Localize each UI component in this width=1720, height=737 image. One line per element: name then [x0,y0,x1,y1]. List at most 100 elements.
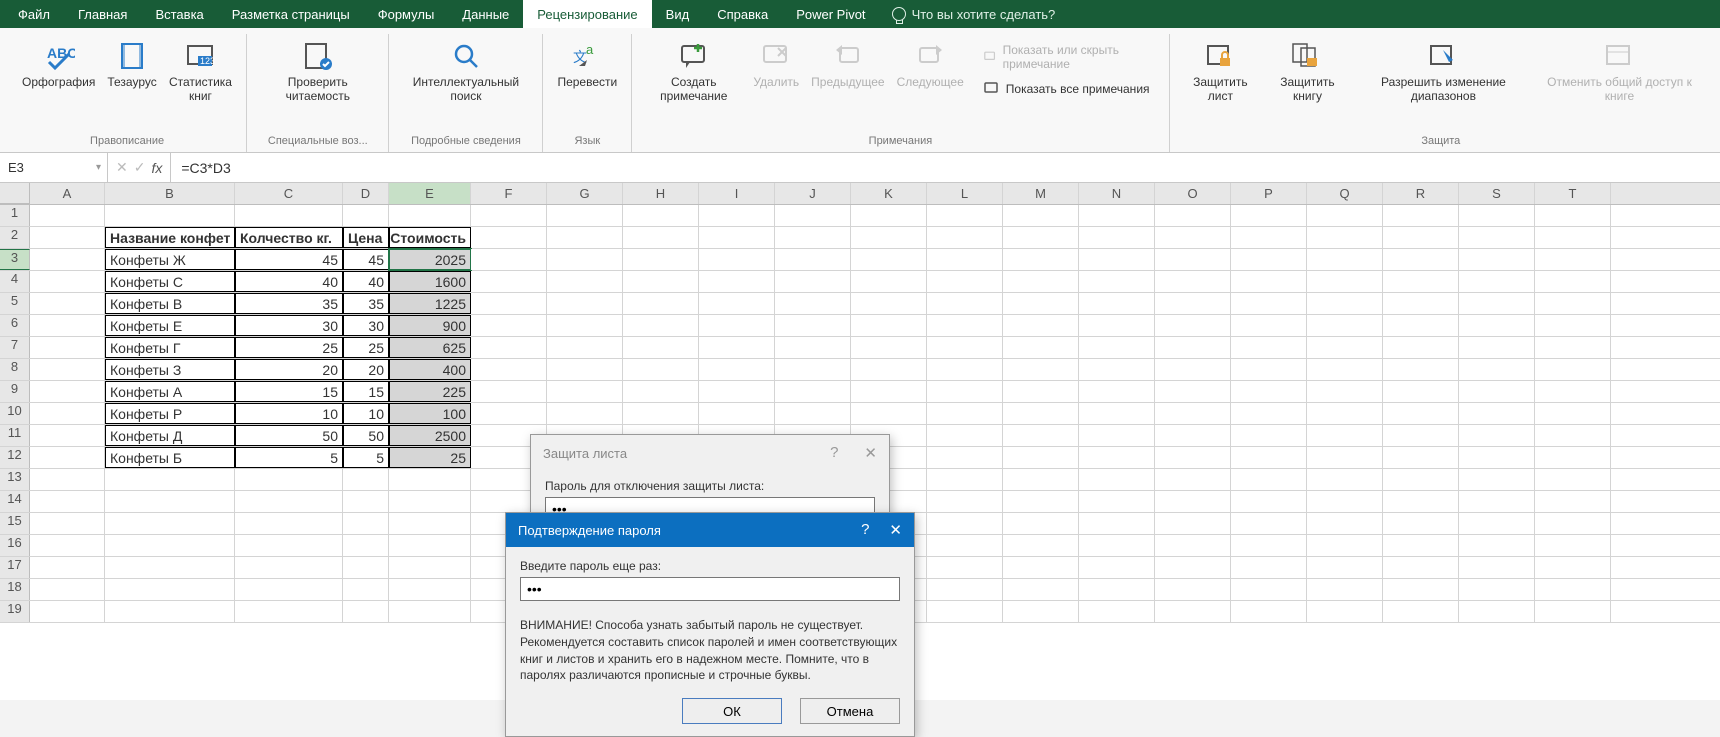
cell-R12[interactable] [1383,447,1459,468]
cell-N12[interactable] [1079,447,1155,468]
cell-P6[interactable] [1231,315,1307,336]
cell-T3[interactable] [1535,249,1611,270]
row-header-6[interactable]: 6 [0,315,30,336]
cell-G3[interactable] [547,249,623,270]
cell-N14[interactable] [1079,491,1155,512]
cell-T6[interactable] [1535,315,1611,336]
cell-L14[interactable] [927,491,1003,512]
cell-B19[interactable] [105,601,235,622]
cell-D10[interactable]: 10 [343,403,389,424]
cell-I1[interactable] [699,205,775,226]
cell-O18[interactable] [1155,579,1231,600]
tell-me[interactable]: Что вы хотите сделать? [880,0,1068,28]
cell-N5[interactable] [1079,293,1155,314]
cell-I5[interactable] [699,293,775,314]
cell-C10[interactable]: 10 [235,403,343,424]
cell-J6[interactable] [775,315,851,336]
col-header-R[interactable]: R [1383,183,1459,204]
cell-T14[interactable] [1535,491,1611,512]
cell-A19[interactable] [30,601,105,622]
cell-L16[interactable] [927,535,1003,556]
cell-O3[interactable] [1155,249,1231,270]
cell-P11[interactable] [1231,425,1307,446]
cell-K8[interactable] [851,359,927,380]
cell-I10[interactable] [699,403,775,424]
cell-G7[interactable] [547,337,623,358]
confirm-password-field[interactable] [520,577,900,601]
cell-O10[interactable] [1155,403,1231,424]
cell-I4[interactable] [699,271,775,292]
cell-M14[interactable] [1003,491,1079,512]
cell-S10[interactable] [1459,403,1535,424]
menu-tab-9[interactable]: Power Pivot [782,0,879,28]
cell-G1[interactable] [547,205,623,226]
help-icon[interactable]: ? [830,444,838,462]
menu-tab-0[interactable]: Файл [4,0,64,28]
col-header-A[interactable]: A [30,183,105,204]
cell-D6[interactable]: 30 [343,315,389,336]
cell-N15[interactable] [1079,513,1155,534]
cell-T15[interactable] [1535,513,1611,534]
cell-J1[interactable] [775,205,851,226]
enter-formula-icon[interactable]: ✓ [134,159,146,176]
cell-D2[interactable]: Цена [343,227,389,248]
cell-Q18[interactable] [1307,579,1383,600]
cell-N2[interactable] [1079,227,1155,248]
cell-L10[interactable] [927,403,1003,424]
cell-B15[interactable] [105,513,235,534]
cell-S9[interactable] [1459,381,1535,402]
new-comment-button[interactable]: Создать примечание [642,36,745,106]
cell-K5[interactable] [851,293,927,314]
cell-N8[interactable] [1079,359,1155,380]
dialog-titlebar[interactable]: Защита листа ? ✕ [531,435,889,471]
cell-L4[interactable] [927,271,1003,292]
cell-C3[interactable]: 45 [235,249,343,270]
help-icon[interactable]: ? [861,521,869,539]
cell-N17[interactable] [1079,557,1155,578]
cell-N10[interactable] [1079,403,1155,424]
row-header-7[interactable]: 7 [0,337,30,358]
cell-R11[interactable] [1383,425,1459,446]
cell-T8[interactable] [1535,359,1611,380]
menu-tab-1[interactable]: Главная [64,0,141,28]
cell-E9[interactable]: 225 [389,381,471,402]
cell-Q10[interactable] [1307,403,1383,424]
row-header-1[interactable]: 1 [0,205,30,226]
cell-M10[interactable] [1003,403,1079,424]
cancel-button[interactable]: Отмена [800,698,900,724]
cell-C18[interactable] [235,579,343,600]
cell-S15[interactable] [1459,513,1535,534]
cell-T13[interactable] [1535,469,1611,490]
cell-M19[interactable] [1003,601,1079,622]
row-header-3[interactable]: 3 [0,249,30,270]
cell-R18[interactable] [1383,579,1459,600]
cell-C11[interactable]: 50 [235,425,343,446]
col-header-G[interactable]: G [547,183,623,204]
cell-B13[interactable] [105,469,235,490]
smart-lookup-button[interactable]: Интеллектуальный поиск [399,36,532,106]
cell-G9[interactable] [547,381,623,402]
cell-S3[interactable] [1459,249,1535,270]
cell-B12[interactable]: Конфеты Б [105,447,235,468]
cell-Q5[interactable] [1307,293,1383,314]
cell-Q1[interactable] [1307,205,1383,226]
cell-S19[interactable] [1459,601,1535,622]
cell-N9[interactable] [1079,381,1155,402]
cell-T19[interactable] [1535,601,1611,622]
cell-G8[interactable] [547,359,623,380]
cell-P16[interactable] [1231,535,1307,556]
menu-tab-2[interactable]: Вставка [141,0,217,28]
cell-P5[interactable] [1231,293,1307,314]
cell-H6[interactable] [623,315,699,336]
cell-T18[interactable] [1535,579,1611,600]
cell-A16[interactable] [30,535,105,556]
cell-A10[interactable] [30,403,105,424]
cell-E5[interactable]: 1225 [389,293,471,314]
row-header-19[interactable]: 19 [0,601,30,622]
allow-edit-ranges-button[interactable]: Разрешить изменение диапазонов [1354,36,1533,106]
cell-M3[interactable] [1003,249,1079,270]
cell-Q14[interactable] [1307,491,1383,512]
cell-A3[interactable] [30,249,105,270]
menu-tab-7[interactable]: Вид [652,0,704,28]
cell-T10[interactable] [1535,403,1611,424]
